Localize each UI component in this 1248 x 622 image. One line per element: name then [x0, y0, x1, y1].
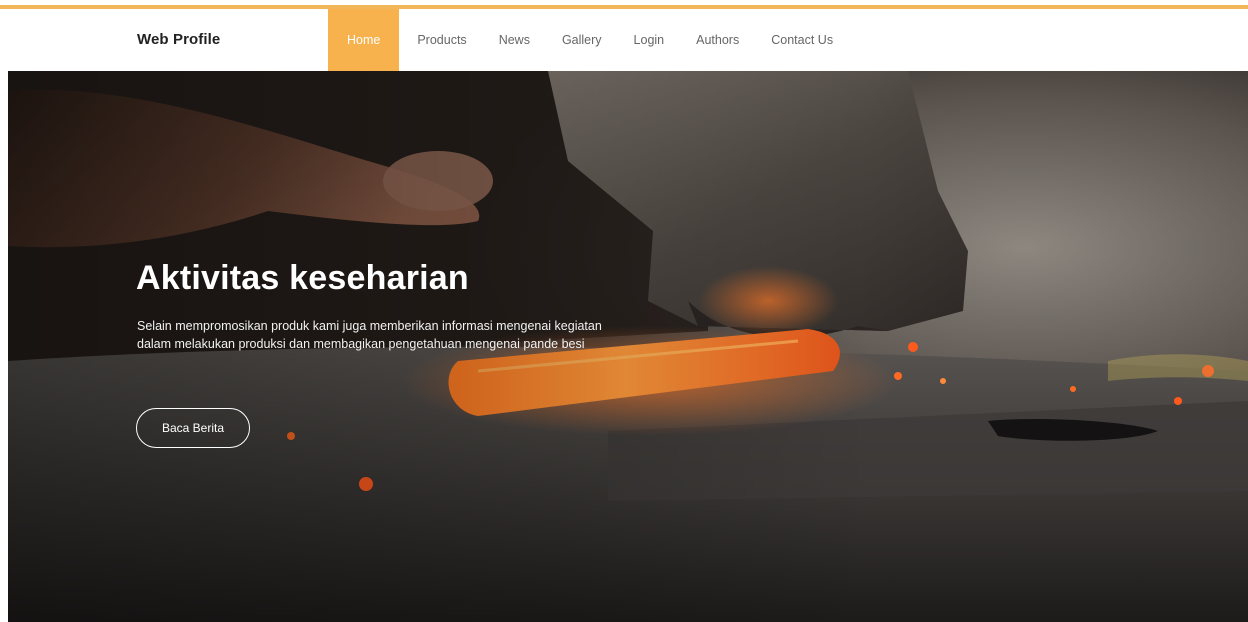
- nav-login[interactable]: Login: [618, 9, 681, 71]
- nav-products[interactable]: Products: [399, 9, 482, 71]
- nav-gallery[interactable]: Gallery: [546, 9, 618, 71]
- read-news-button[interactable]: Baca Berita: [136, 408, 250, 448]
- nav-home[interactable]: Home: [328, 9, 400, 71]
- hero-title: Aktivitas keseharian: [136, 259, 469, 297]
- hero-banner: Aktivitas keseharian Selain mempromosika…: [8, 71, 1248, 622]
- nav-authors[interactable]: Authors: [680, 9, 755, 71]
- main-nav: Home Products News Gallery Login Authors…: [328, 9, 849, 71]
- nav-news[interactable]: News: [483, 9, 546, 71]
- brand-logo[interactable]: Web Profile: [137, 9, 220, 71]
- nav-contact-us[interactable]: Contact Us: [755, 9, 849, 71]
- navbar: Web Profile Home Products News Gallery L…: [0, 9, 1248, 71]
- hero-description: Selain mempromosikan produk kami juga me…: [137, 319, 602, 351]
